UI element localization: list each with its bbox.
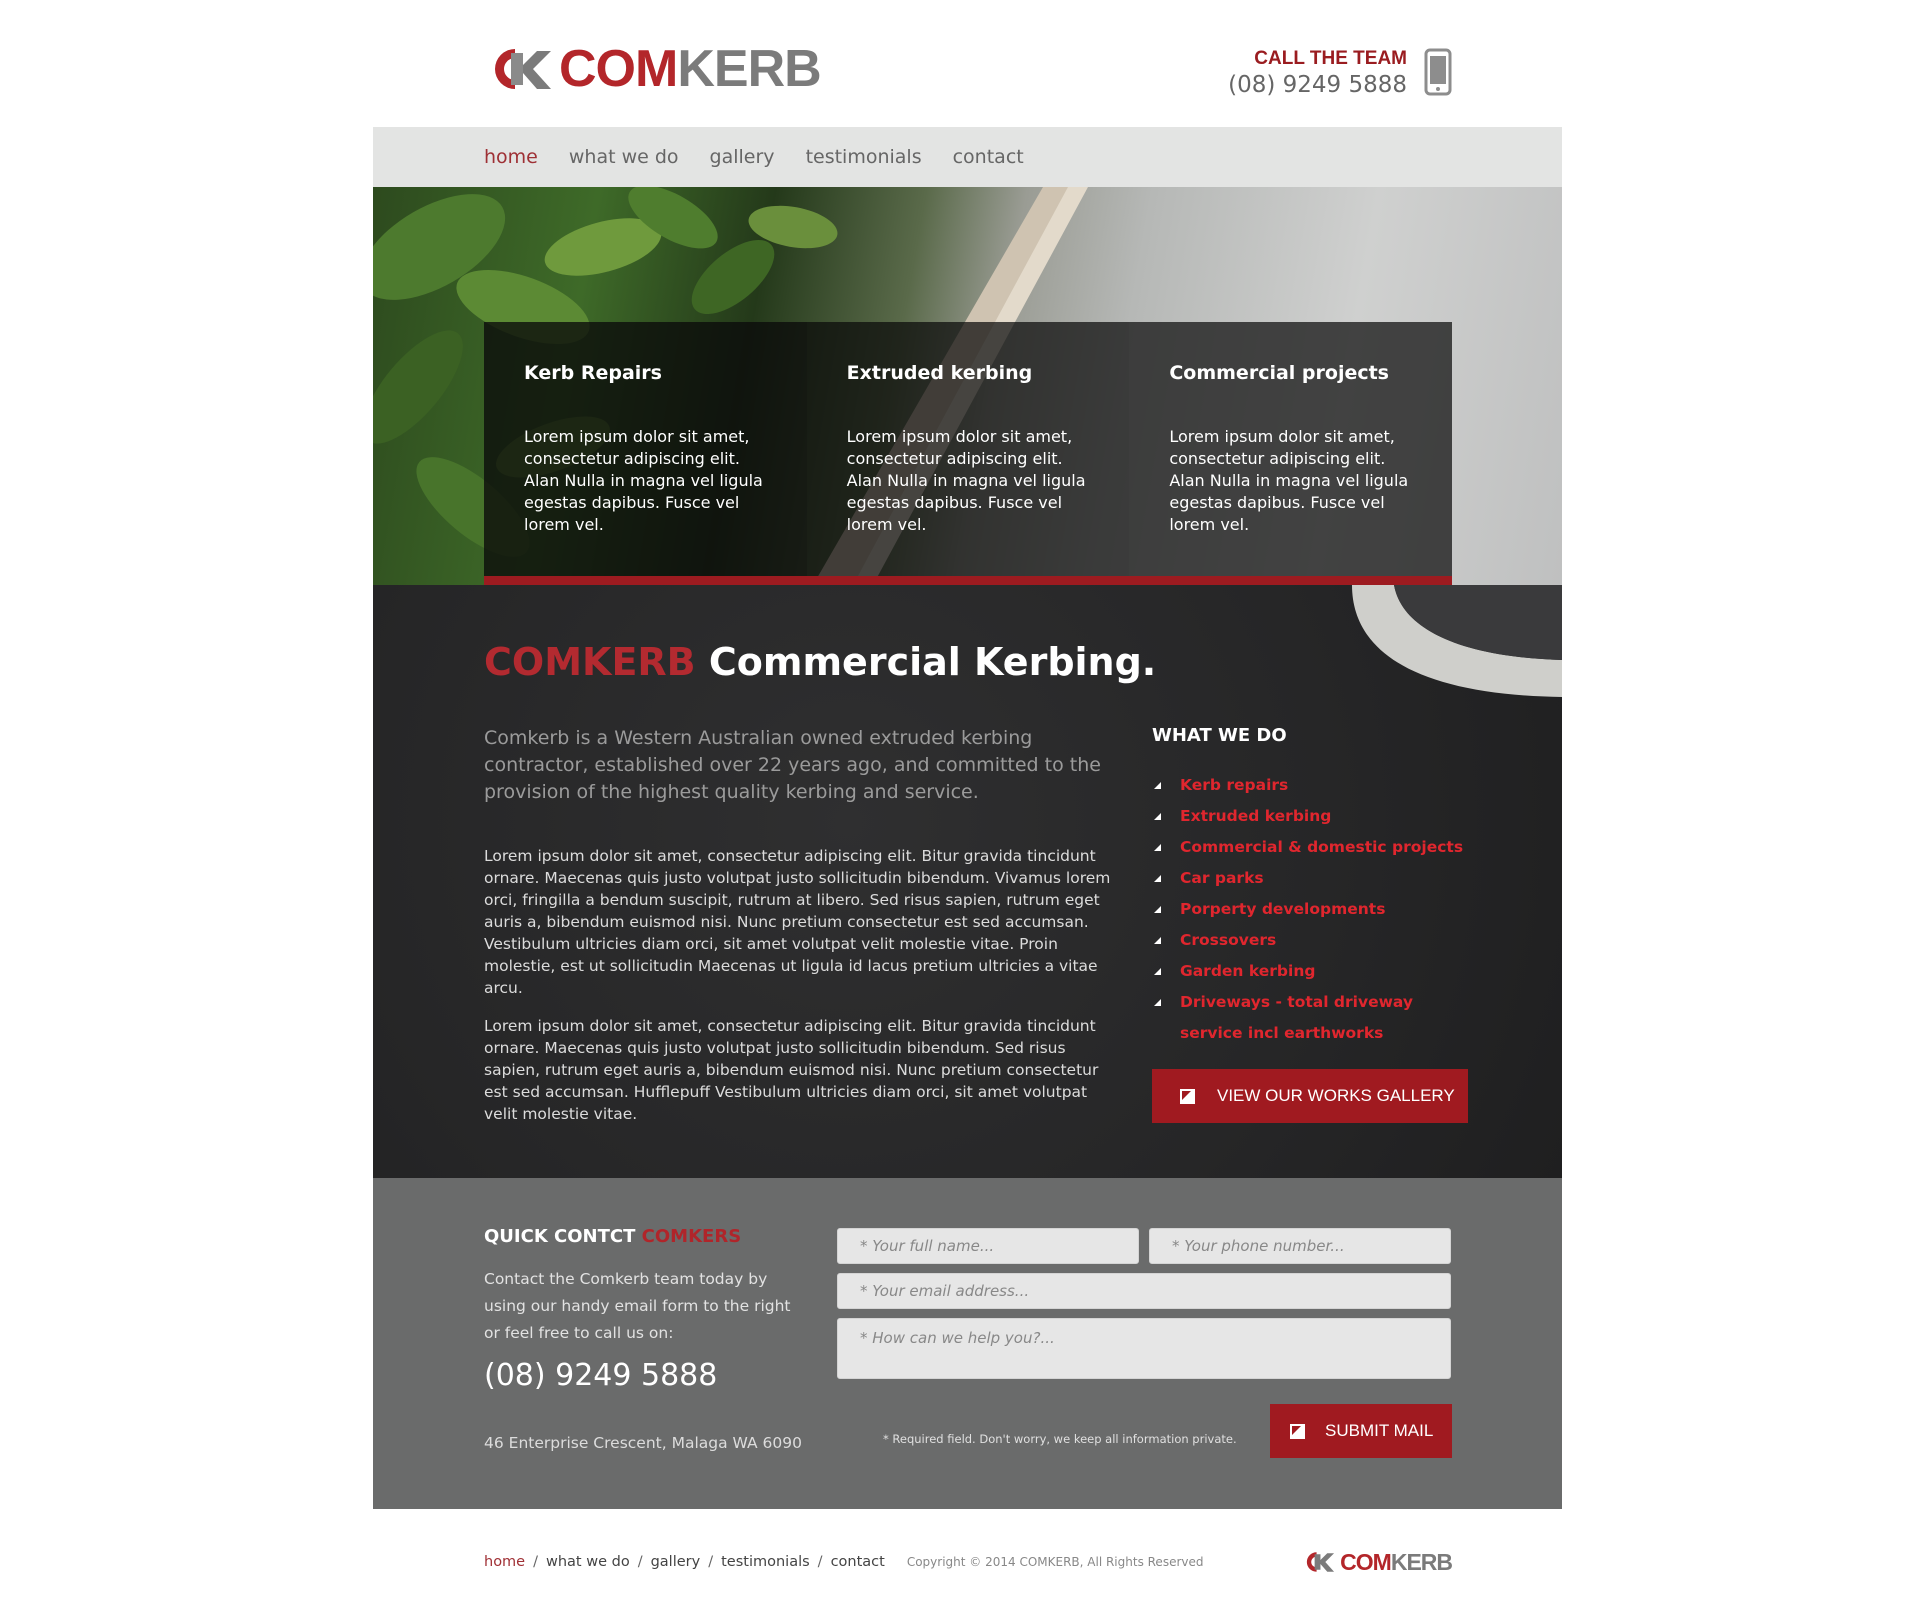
page-title: COMKERB Commercial Kerbing. xyxy=(484,640,1157,684)
site-footer: home / what we do / gallery / testimonia… xyxy=(484,1547,1453,1577)
required-field-note: * Required field. Don't worry, we keep a… xyxy=(883,1432,1237,1446)
bullet-triangle-icon xyxy=(1154,906,1161,913)
feature-text: Lorem ipsum dolor sit amet, consectetur … xyxy=(524,427,763,534)
submit-mail-button[interactable]: SUBMIT MAIL xyxy=(1270,1404,1452,1458)
what-we-do-panel: WHAT WE DO Kerb repairs Extruded kerbing… xyxy=(1152,725,1472,1049)
service-link-property-developments[interactable]: Porperty developments xyxy=(1152,894,1472,925)
view-gallery-button[interactable]: VIEW OUR WORKS GALLERY xyxy=(1152,1069,1468,1123)
quick-contact-text: Contact the Comkerb team today by using … xyxy=(484,1270,791,1342)
footer-link-what-we-do[interactable]: what we do xyxy=(546,1554,630,1570)
footer-separator: / xyxy=(637,1554,643,1570)
hero-accent-bar xyxy=(484,576,1452,585)
phone-number-input[interactable] xyxy=(1149,1228,1451,1264)
logo-wordmark: COMKERB xyxy=(559,40,822,98)
bullet-triangle-icon xyxy=(1154,782,1161,789)
message-textarea[interactable] xyxy=(837,1318,1451,1379)
nav-item-contact[interactable]: contact xyxy=(953,146,1024,168)
page: COMKERB CALL THE TEAM (08) 9249 5888 hom… xyxy=(0,0,1920,1597)
nav-item-gallery[interactable]: gallery xyxy=(710,146,775,168)
hero-banner: Kerb Repairs Lorem ipsum dolor sit amet,… xyxy=(373,187,1562,585)
full-name-input[interactable] xyxy=(837,1228,1139,1264)
footer-link-testimonials[interactable]: testimonials xyxy=(721,1554,810,1570)
service-link-garden-kerbing[interactable]: Garden kerbing xyxy=(1152,956,1472,987)
main-nav: home what we do gallery testimonials con… xyxy=(373,127,1562,187)
what-we-do-title: WHAT WE DO xyxy=(1152,725,1287,746)
feature-title: Kerb Repairs xyxy=(524,362,662,384)
feature-title: Extruded kerbing xyxy=(846,362,1033,384)
copyright-text: Copyright © 2014 COMKERB, All Rights Res… xyxy=(906,1555,1204,1569)
mobile-phone-icon xyxy=(1424,48,1452,96)
feature-box-commercial-projects[interactable]: Commercial projects Lorem ipsum dolor si… xyxy=(1129,322,1453,585)
footer-link-contact[interactable]: contact xyxy=(831,1554,885,1570)
body-paragraph-1: Lorem ipsum dolor sit amet, consectetur … xyxy=(484,847,1111,997)
footer-logo[interactable]: COMKERB xyxy=(1302,1549,1453,1575)
feature-text: Lorem ipsum dolor sit amet, consectetur … xyxy=(846,427,1086,534)
service-link-commercial-domestic[interactable]: Commercial & domestic projects xyxy=(1152,832,1472,863)
ck-logo-mark-icon xyxy=(495,49,551,89)
curb-corner-image xyxy=(1352,585,1562,697)
feature-box-extruded-kerbing[interactable]: Extruded kerbing Lorem ipsum dolor sit a… xyxy=(806,322,1130,585)
email-input[interactable] xyxy=(837,1273,1451,1309)
nav-item-testimonials[interactable]: testimonials xyxy=(806,146,922,168)
bullet-triangle-icon xyxy=(1154,875,1161,882)
service-link-extruded-kerbing[interactable]: Extruded kerbing xyxy=(1152,801,1472,832)
header-phone[interactable]: (08) 9249 5888 xyxy=(1228,70,1407,100)
service-link-kerb-repairs[interactable]: Kerb repairs xyxy=(1152,770,1472,801)
nav-item-what-we-do[interactable]: what we do xyxy=(569,146,679,168)
body-paragraph-2: Lorem ipsum dolor sit amet, consectetur … xyxy=(484,1017,1099,1123)
footer-link-home[interactable]: home xyxy=(484,1554,525,1570)
bullet-triangle-icon xyxy=(1154,968,1161,975)
footer-nav: home / what we do / gallery / testimonia… xyxy=(484,1554,885,1570)
call-the-team: CALL THE TEAM (08) 9249 5888 xyxy=(1228,48,1407,100)
arrow-box-icon xyxy=(1290,1423,1305,1439)
ck-logo-mark-icon xyxy=(1307,1552,1335,1572)
feature-title: Commercial projects xyxy=(1169,362,1389,384)
call-label: CALL THE TEAM xyxy=(1254,48,1407,69)
footer-link-gallery[interactable]: gallery xyxy=(651,1554,701,1570)
nav-item-home[interactable]: home xyxy=(484,146,538,168)
intro-lead: Comkerb is a Western Australian owned ex… xyxy=(484,727,1101,803)
contact-address: 46 Enterprise Crescent, Malaga WA 6090 xyxy=(484,1434,802,1452)
bullet-triangle-icon xyxy=(1154,844,1161,851)
quick-contact-section: QUICK CONTCT COMKERS Contact the Comkerb… xyxy=(373,1178,1562,1509)
service-link-driveways[interactable]: Driveways - total driveway service incl … xyxy=(1152,987,1472,1049)
bullet-triangle-icon xyxy=(1154,813,1161,820)
hero-feature-boxes: Kerb Repairs Lorem ipsum dolor sit amet,… xyxy=(484,322,1453,585)
contact-phone[interactable]: (08) 9249 5888 xyxy=(484,1358,717,1393)
submit-mail-label: SUBMIT MAIL xyxy=(1325,1421,1434,1440)
footer-separator: / xyxy=(708,1554,714,1570)
site-header: COMKERB CALL THE TEAM (08) 9249 5888 xyxy=(0,0,1920,127)
arrow-box-icon xyxy=(1180,1088,1195,1104)
service-link-crossovers[interactable]: Crossovers xyxy=(1152,925,1472,956)
bullet-triangle-icon xyxy=(1154,937,1161,944)
bullet-triangle-icon xyxy=(1154,999,1161,1006)
footer-logo-wordmark: COMKERB xyxy=(1340,1549,1453,1575)
footer-separator: / xyxy=(817,1554,823,1570)
feature-text: Lorem ipsum dolor sit amet, consectetur … xyxy=(1169,427,1409,534)
main-content-section: COMKERB Commercial Kerbing. Comkerb is a… xyxy=(373,585,1562,1178)
view-gallery-label: VIEW OUR WORKS GALLERY xyxy=(1217,1086,1455,1105)
site-logo[interactable]: COMKERB xyxy=(485,40,822,98)
service-link-car-parks[interactable]: Car parks xyxy=(1152,863,1472,894)
feature-box-kerb-repairs[interactable]: Kerb Repairs Lorem ipsum dolor sit amet,… xyxy=(484,322,807,585)
footer-separator: / xyxy=(533,1554,538,1570)
quick-contact-title: QUICK CONTCT COMKERS xyxy=(484,1226,742,1247)
